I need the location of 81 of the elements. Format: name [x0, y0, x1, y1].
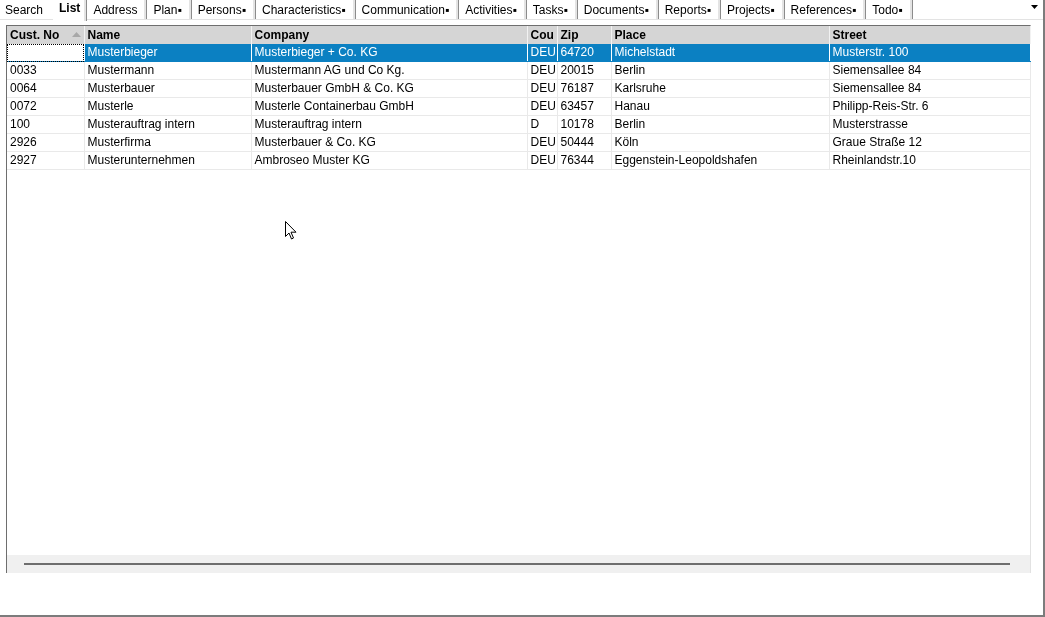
tab[interactable]: Address — [87, 0, 148, 19]
table-cell: D — [527, 115, 557, 134]
table-cell: Philipp-Reis-Str. 6 — [829, 97, 1030, 116]
table-cell: DEU — [527, 97, 557, 116]
tab[interactable]: Todo▪ — [866, 0, 913, 19]
table-cell: Musterbauer GmbH & Co. KG — [251, 79, 527, 98]
table-cell: 76187 — [557, 79, 611, 98]
table-cell: Michelstadt — [611, 44, 829, 62]
table-cell: Mustermann AG und Co Kg. — [251, 61, 527, 80]
table-cell: Musterle Containerbau GmbH — [251, 97, 527, 116]
column-header[interactable]: Cou — [527, 26, 557, 44]
table-cell: 76344 — [557, 151, 611, 170]
tab[interactable]: Activities▪ — [459, 0, 527, 19]
table-cell: DEU — [527, 44, 557, 62]
table-cell: 63457 — [557, 97, 611, 116]
scrollbar-track[interactable] — [7, 555, 1030, 573]
tab[interactable]: List — [53, 0, 88, 21]
table-cell: DEU — [527, 79, 557, 98]
column-header[interactable]: Name — [84, 26, 251, 44]
table-cell: DEU — [527, 61, 557, 80]
table-cell: Karlsruhe — [611, 79, 829, 98]
table-cell: Musterbieger + Co. KG — [251, 44, 527, 62]
table-cell: Mustermann — [84, 61, 251, 80]
table-cell: 2926 — [7, 133, 84, 152]
table-cell: Siemensallee 84 — [829, 61, 1030, 80]
column-header[interactable]: Company — [251, 26, 527, 44]
table-row[interactable]: 2927 Musterunternehmen Ambroseo Muster KG DEU 76344 Eggenstein-Leopoldshafen Rheinlandstr.10 — [7, 151, 1030, 170]
table-cell: 10178 — [557, 115, 611, 134]
table-cell: 64720 — [557, 44, 611, 62]
table-cell: DEU — [527, 151, 557, 170]
table-cell: 100 — [7, 115, 84, 134]
table-cell: Musterauftrag intern — [251, 115, 527, 134]
table-row[interactable]: 0033 Mustermann Mustermann AG und Co Kg. DEU 20015 Berlin Siemensallee 84 — [7, 61, 1030, 80]
table-cell: Köln — [611, 133, 829, 152]
tab[interactable]: Persons▪ — [191, 0, 256, 19]
table-cell: 50444 — [557, 133, 611, 152]
focused-cell[interactable] — [7, 44, 84, 62]
table-row[interactable]: Musterbieger Musterbieger + Co. KG DEU 64720 Michelstadt Musterstr. 100 — [7, 44, 1030, 62]
table-cell: Musterbauer — [84, 79, 251, 98]
table-cell: Ambroseo Muster KG — [251, 151, 527, 170]
column-header[interactable]: Street — [829, 26, 1030, 44]
table-row[interactable]: 0064 Musterbauer Musterbauer GmbH & Co. KG DEU 76187 Karlsruhe Siemensallee 84 — [7, 79, 1030, 98]
table-cell: Musterstr. 100 — [829, 44, 1030, 62]
tab[interactable]: Documents▪ — [577, 0, 659, 19]
mouse-pointer-icon — [285, 221, 297, 240]
table-row[interactable]: 2926 Musterfirma Musterbauer & Co. KG DEU 50444 Köln Graue Straße 12 — [7, 133, 1030, 152]
table-cell: Graue Straße 12 — [829, 133, 1030, 152]
table-cell: Rheinlandstr.10 — [829, 151, 1030, 170]
table-cell: 0033 — [7, 61, 84, 80]
table-cell: Musterle — [84, 97, 251, 116]
tab[interactable]: Tasks▪ — [526, 0, 578, 19]
tab[interactable]: Reports▪ — [658, 0, 721, 19]
table-cell: Musterauftrag intern — [84, 115, 251, 134]
table-row[interactable]: 0072 Musterle Musterle Containerbau GmbH DEU 63457 Hanau Philipp-Reis-Str. 6 — [7, 97, 1030, 116]
table-cell: Musterfirma — [84, 133, 251, 152]
column-header[interactable]: Cust. No — [7, 26, 84, 44]
table-cell: Musterunternehmen — [84, 151, 251, 170]
table-cell: Musterbieger — [84, 44, 251, 62]
table-cell: 20015 — [557, 61, 611, 80]
table-cell: Siemensallee 84 — [829, 79, 1030, 98]
table-cell: 0072 — [7, 97, 84, 116]
table-cell: Hanau — [611, 97, 829, 116]
table-cell: Musterstrasse — [829, 115, 1030, 134]
table-cell: Musterbauer & Co. KG — [251, 133, 527, 152]
table-cell: 0064 — [7, 79, 84, 98]
table-cell: Berlin — [611, 115, 829, 134]
tab[interactable]: Characteristics▪ — [255, 0, 356, 19]
tab[interactable]: Search — [0, 0, 54, 19]
tab[interactable]: Plan▪ — [147, 0, 192, 19]
scrollbar-thumb[interactable] — [24, 563, 1010, 565]
table-cell: Eggenstein-Leopoldshafen — [611, 151, 829, 170]
tab[interactable]: Communication▪ — [355, 0, 460, 19]
table-cell: 2927 — [7, 151, 84, 170]
table-cell: DEU — [527, 133, 557, 152]
tab[interactable]: Projects▪ — [721, 0, 785, 19]
column-header[interactable]: Place — [611, 26, 829, 44]
column-header[interactable]: Zip — [557, 26, 611, 44]
tab[interactable]: References▪ — [784, 0, 867, 19]
caret-icon[interactable] — [1031, 5, 1038, 9]
table-row[interactable]: 100 Musterauftrag intern Musterauftrag intern D 10178 Berlin Musterstrasse — [7, 115, 1030, 134]
table-cell: Berlin — [611, 61, 829, 80]
